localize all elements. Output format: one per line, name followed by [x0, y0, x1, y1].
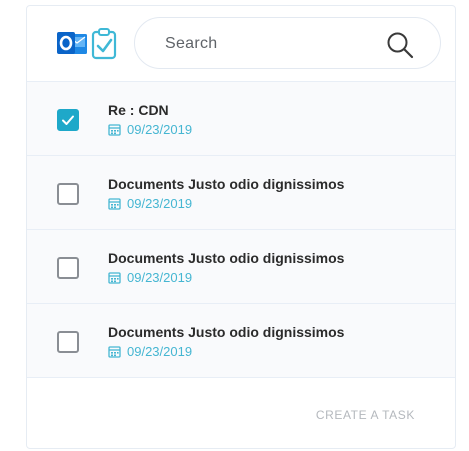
- search-input[interactable]: [165, 32, 365, 56]
- panel-header: [27, 6, 455, 82]
- task-date-text: 09/23/2019: [127, 196, 193, 211]
- task-checkbox[interactable]: [57, 257, 79, 279]
- task-date-text: 09/23/2019: [127, 270, 193, 285]
- check-icon: [62, 115, 74, 125]
- task-date-text: 09/23/2019: [127, 344, 193, 359]
- task-checkbox-checked[interactable]: [57, 109, 79, 131]
- search-box: [134, 17, 441, 69]
- task-date: 09/23/2019: [108, 344, 192, 360]
- calendar-icon: [108, 198, 121, 210]
- create-task-button[interactable]: CREATE A TASK: [316, 408, 415, 422]
- task-row[interactable]: Documents Justo odio dignissimos 09/23/2…: [27, 230, 455, 304]
- task-row[interactable]: Documents Justo odio dignissimos 09/23/2…: [27, 156, 455, 230]
- task-date: 09/23/2019: [108, 196, 192, 212]
- tasks-panel: Re : CDN 09/23/2019 Documents Justo odio…: [26, 5, 456, 449]
- task-title[interactable]: Documents Justo odio dignissimos: [108, 324, 344, 340]
- calendar-icon: [108, 124, 121, 136]
- task-checkbox[interactable]: [57, 183, 79, 205]
- search-icon[interactable]: [386, 31, 414, 59]
- task-date: 09/23/2019: [108, 270, 192, 286]
- task-title[interactable]: Re : CDN: [108, 102, 169, 118]
- task-row[interactable]: Re : CDN 09/23/2019: [27, 82, 455, 156]
- task-date: 09/23/2019: [108, 122, 192, 138]
- calendar-icon: [108, 346, 121, 358]
- task-title[interactable]: Documents Justo odio dignissimos: [108, 250, 344, 266]
- task-date-text: 09/23/2019: [127, 122, 193, 137]
- calendar-icon: [108, 272, 121, 284]
- task-title[interactable]: Documents Justo odio dignissimos: [108, 176, 344, 192]
- outlook-tasks-logo-icon: [55, 28, 119, 60]
- task-row[interactable]: Documents Justo odio dignissimos 09/23/2…: [27, 304, 455, 378]
- task-checkbox[interactable]: [57, 331, 79, 353]
- panel-footer: CREATE A TASK: [27, 378, 455, 448]
